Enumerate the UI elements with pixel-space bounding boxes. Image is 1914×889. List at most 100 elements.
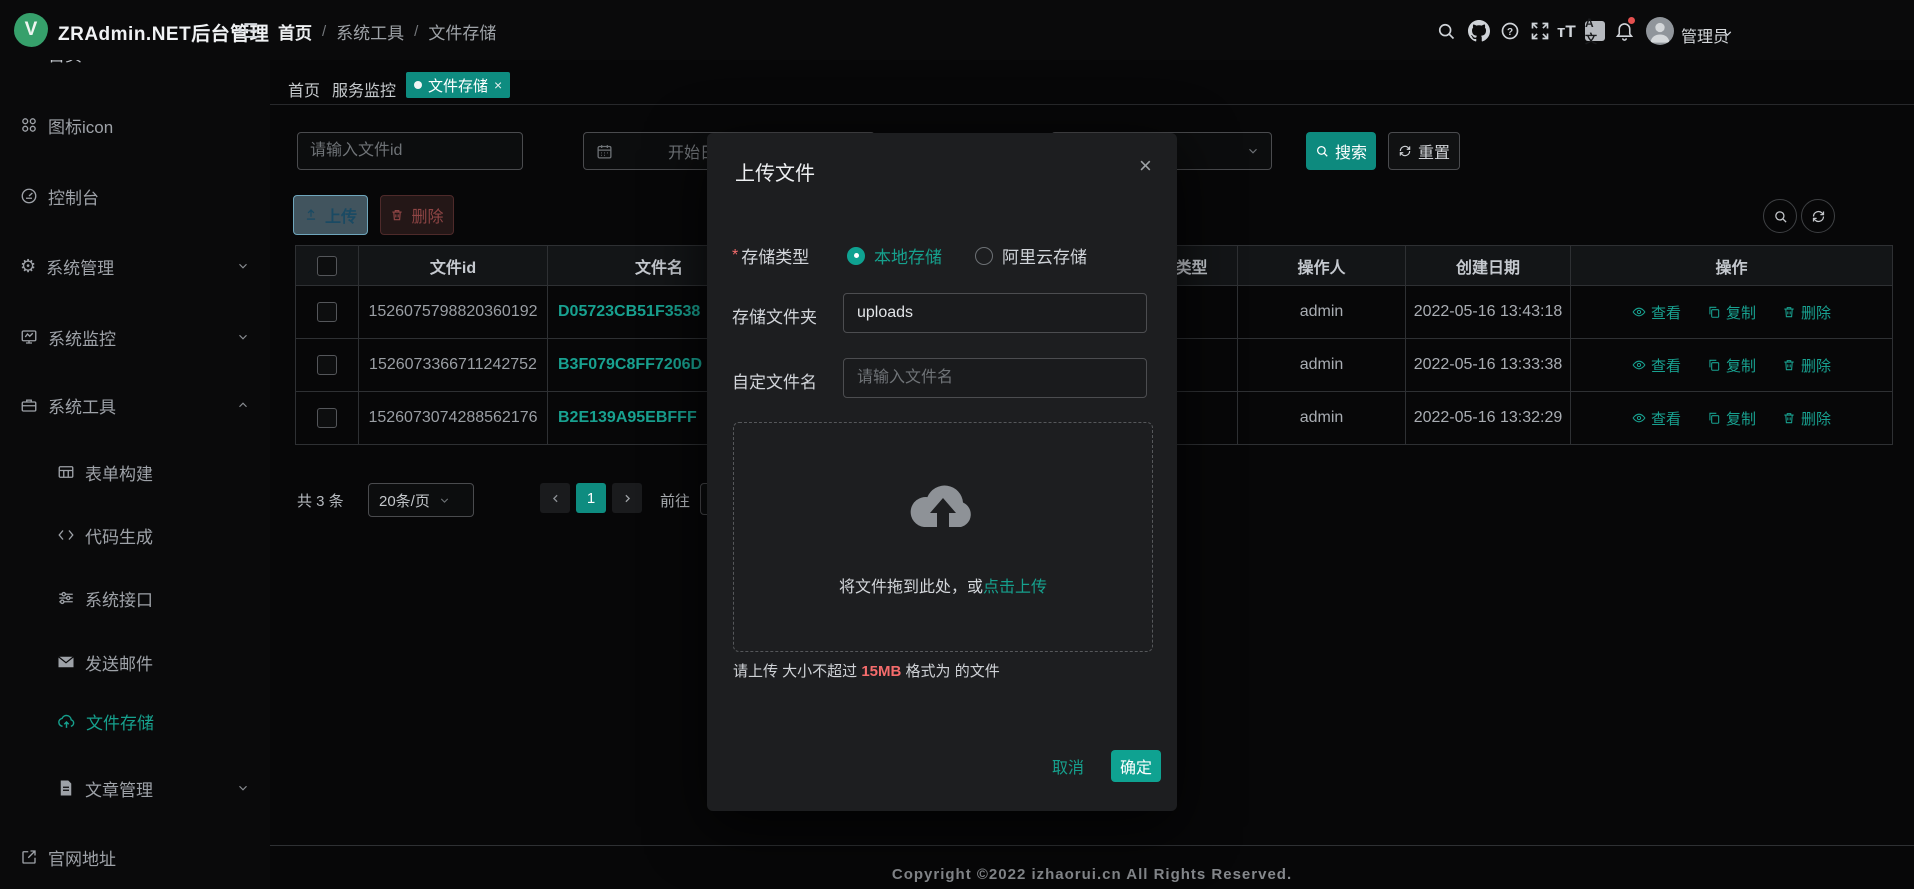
search-icon[interactable] xyxy=(1436,21,1456,41)
sidebar-item-form-builder[interactable]: 表单构建 xyxy=(0,452,270,492)
avatar[interactable] xyxy=(1646,17,1674,45)
sidebar-item-system-tools[interactable]: 系统工具 xyxy=(0,385,270,425)
view-link[interactable]: 查看 xyxy=(1632,408,1681,429)
close-tab-icon[interactable]: × xyxy=(494,77,502,93)
col-file-id: 文件id xyxy=(359,246,548,285)
sliders-icon xyxy=(57,589,75,607)
dialog-title: 上传文件 xyxy=(735,157,815,186)
sidebar-item-console[interactable]: 控制台 xyxy=(0,176,270,216)
upload-cloud-icon xyxy=(907,478,979,538)
next-page-button[interactable] xyxy=(612,483,642,513)
view-link[interactable]: 查看 xyxy=(1632,302,1681,323)
chevron-down-icon xyxy=(438,494,451,507)
row-checkbox[interactable] xyxy=(317,355,337,375)
prev-page-button[interactable] xyxy=(540,483,570,513)
close-icon[interactable]: × xyxy=(1139,155,1152,177)
sidebar-item-articles[interactable]: 文章管理 xyxy=(0,768,270,808)
reset-button[interactable]: 重置 xyxy=(1388,132,1460,170)
sidebar-item-system-admin[interactable]: ⚙ 系统管理 xyxy=(0,246,270,286)
sidebar-item-file-storage[interactable]: 文件存储 xyxy=(0,701,270,741)
upload-dropzone[interactable]: 将文件拖到此处，或点击上传 xyxy=(733,422,1153,652)
sidebar-item-icons[interactable]: 图标icon xyxy=(0,105,270,145)
click-to-upload-link[interactable]: 点击上传 xyxy=(983,579,1047,596)
row-checkbox[interactable] xyxy=(317,408,337,428)
toolbox-icon xyxy=(20,396,38,414)
table-search-toggle-icon[interactable] xyxy=(1763,199,1797,233)
external-link-icon xyxy=(20,848,38,866)
delete-link[interactable]: 删除 xyxy=(1782,408,1831,429)
dashboard-icon xyxy=(20,187,38,205)
storage-type-label: 存储类型 xyxy=(741,243,809,268)
created-date: 2022-05-16 13:33:38 xyxy=(1406,339,1571,391)
sidebar: 首页 图标icon 控制台 ⚙ 系统管理 系统监控 系统工具 表单构建 xyxy=(0,0,270,889)
view-link[interactable]: 查看 xyxy=(1632,355,1681,376)
file-id-input[interactable] xyxy=(297,132,523,170)
page-size-select[interactable]: 20条/页 xyxy=(368,483,474,517)
operator: admin xyxy=(1238,286,1406,338)
fullscreen-icon[interactable] xyxy=(1530,21,1550,41)
delete-button[interactable]: 删除 xyxy=(380,195,454,235)
copy-link[interactable]: 复制 xyxy=(1707,408,1756,429)
sidebar-item-website[interactable]: 官网地址 xyxy=(0,837,270,877)
radio-unselected-icon xyxy=(975,247,993,265)
chevron-down-icon xyxy=(236,259,250,273)
file-id: 1526075798820360192 xyxy=(359,286,548,338)
chevron-up-icon xyxy=(236,398,250,412)
chevron-down-icon[interactable] xyxy=(1721,27,1734,40)
col-created: 创建日期 xyxy=(1406,246,1571,285)
filename-input[interactable] xyxy=(843,358,1147,398)
translate-icon[interactable]: A文 xyxy=(1585,21,1605,41)
confirm-button[interactable]: 确定 xyxy=(1111,750,1161,782)
goto-label: 前往 xyxy=(660,490,690,511)
chevron-down-icon xyxy=(236,781,250,795)
svg-text:?: ? xyxy=(1507,27,1513,38)
select-all-checkbox[interactable] xyxy=(317,256,337,276)
radio-local-storage[interactable]: 本地存储 xyxy=(847,243,942,268)
sidebar-item-system-monitor[interactable]: 系统监控 xyxy=(0,317,270,357)
breadcrumb-file-storage[interactable]: 文件存储 xyxy=(428,19,496,44)
bell-icon[interactable] xyxy=(1614,20,1635,41)
delete-link[interactable]: 删除 xyxy=(1782,302,1831,323)
tab-file-storage[interactable]: 文件存储 × xyxy=(406,72,510,98)
tab-service-monitor[interactable]: 服务监控 xyxy=(332,77,396,101)
created-date: 2022-05-16 13:43:18 xyxy=(1406,286,1571,338)
search-button[interactable]: 搜索 xyxy=(1306,132,1376,170)
copy-link[interactable]: 复制 xyxy=(1707,355,1756,376)
delete-link[interactable]: 删除 xyxy=(1782,355,1831,376)
cancel-button[interactable]: 取消 xyxy=(1043,750,1093,782)
upload-dialog: 上传文件 × * 存储类型 本地存储 阿里云存储 存储文件夹 自定文件名 将文件… xyxy=(707,133,1177,811)
row-checkbox[interactable] xyxy=(317,302,337,322)
radio-selected-icon xyxy=(847,247,865,265)
sidebar-item-code-gen[interactable]: 代码生成 xyxy=(0,515,270,555)
breadcrumb-system-tools[interactable]: 系统工具 xyxy=(336,19,404,44)
copyright-text: Copyright ©2022 izhaorui.cn All Rights R… xyxy=(842,866,1342,883)
tab-home[interactable]: 首页 xyxy=(288,77,320,101)
monitor-icon xyxy=(20,328,38,346)
breadcrumb-home[interactable]: 首页 xyxy=(278,19,312,44)
cloud-upload-icon xyxy=(57,712,76,731)
radio-aliyun-storage[interactable]: 阿里云存储 xyxy=(975,243,1087,268)
folder-label: 存储文件夹 xyxy=(732,303,817,328)
form-table-icon xyxy=(57,463,75,481)
tags-view-bar: 首页 服务监控 文件存储 × xyxy=(270,64,1914,105)
sidebar-item-system-api[interactable]: 系统接口 xyxy=(0,578,270,618)
footer-divider xyxy=(270,845,1914,846)
sidebar-item-send-mail[interactable]: 发送邮件 xyxy=(0,642,270,682)
operator: admin xyxy=(1238,392,1406,444)
help-icon[interactable]: ? xyxy=(1500,21,1520,41)
page-number-button[interactable]: 1 xyxy=(576,483,606,513)
copy-link[interactable]: 复制 xyxy=(1707,302,1756,323)
file-id: 1526073074288562176 xyxy=(359,392,548,444)
upload-tip: 请上传 大小不超过 15MB 格式为 的文件 xyxy=(733,660,1000,681)
upload-button[interactable]: 上传 xyxy=(293,195,368,235)
font-size-icon[interactable]: тT xyxy=(1557,22,1576,42)
storage-type-row: * 存储类型 xyxy=(732,243,809,268)
select-all-cell xyxy=(296,246,359,285)
github-icon[interactable] xyxy=(1468,20,1490,42)
table-refresh-icon[interactable] xyxy=(1801,199,1835,233)
folder-input[interactable] xyxy=(843,293,1147,333)
sidebar-collapse-icon[interactable] xyxy=(237,22,259,39)
required-asterisk: * xyxy=(732,247,738,265)
grid-icon xyxy=(20,116,38,134)
gear-icon: ⚙ xyxy=(20,257,36,275)
